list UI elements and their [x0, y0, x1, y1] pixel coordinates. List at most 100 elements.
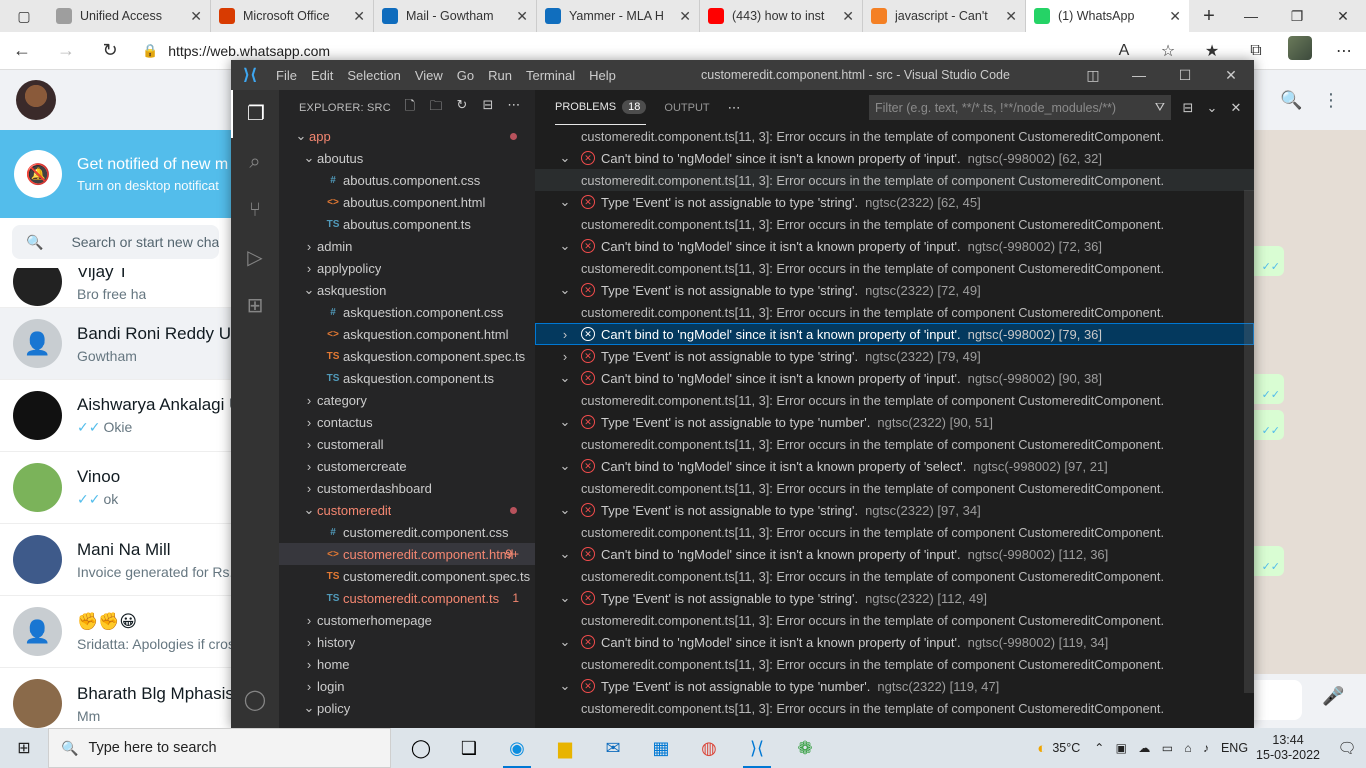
- problem-item[interactable]: ⌄ ✕ Type 'Event' is not assignable to type…: [535, 499, 1254, 521]
- chevron-down-icon[interactable]: ⌄: [555, 678, 575, 694]
- microphone-icon[interactable]: 🎤: [1322, 686, 1344, 707]
- extensions-icon[interactable]: ⊞: [231, 282, 279, 330]
- chevron-down-icon[interactable]: ⌄: [555, 546, 575, 562]
- close-tab-icon[interactable]: ✕: [1005, 8, 1017, 25]
- browser-tab[interactable]: javascript - Can't ✕: [863, 0, 1026, 32]
- problem-related-info[interactable]: customeredit.component.ts[11, 3]: Error …: [535, 565, 1254, 587]
- restore-icon[interactable]: ❐: [1274, 0, 1320, 32]
- collections-icon[interactable]: ⧉: [1234, 42, 1278, 60]
- minimize-icon[interactable]: —: [1228, 0, 1274, 32]
- problem-related-info[interactable]: customeredit.component.ts[11, 3]: Error …: [535, 389, 1254, 411]
- chevron-right-icon[interactable]: ›: [555, 349, 575, 364]
- tab-output[interactable]: OUTPUT: [664, 90, 709, 125]
- problem-related-info[interactable]: customeredit.component.ts[11, 3]: Error …: [535, 125, 1254, 147]
- browser-tab[interactable]: Yammer - MLA H ✕: [537, 0, 700, 32]
- maximize-icon[interactable]: ☐: [1162, 60, 1208, 90]
- problem-item[interactable]: ⌄ ✕ Can't bind to 'ngModel' since it isn't…: [535, 543, 1254, 565]
- tree-folder[interactable]: ⌄ aboutus: [279, 147, 535, 169]
- favorite-add-icon[interactable]: ☆: [1146, 41, 1190, 61]
- tree-file[interactable]: <> customeredit.component.html 9+: [279, 543, 535, 565]
- notifications-icon[interactable]: 🗨: [1328, 739, 1366, 757]
- problem-related-info[interactable]: customeredit.component.ts[11, 3]: Error …: [535, 257, 1254, 279]
- cortana-icon[interactable]: ◯: [397, 728, 445, 768]
- problem-related-info[interactable]: customeredit.component.ts[11, 3]: Error …: [535, 301, 1254, 323]
- tab-actions-icon[interactable]: ▢: [0, 0, 48, 32]
- problem-item[interactable]: ⌄ ✕ Can't bind to 'ngModel' since it isn't…: [535, 235, 1254, 257]
- close-icon[interactable]: ✕: [1320, 0, 1366, 32]
- account-icon[interactable]: ◯: [231, 676, 279, 724]
- task-view-icon[interactable]: ❑: [445, 728, 493, 768]
- tree-folder[interactable]: ⌄ customeredit: [279, 499, 535, 521]
- browser-tab[interactable]: Mail - Gowtham ✕: [374, 0, 537, 32]
- problem-related-info[interactable]: customeredit.component.ts[11, 3]: Error …: [535, 521, 1254, 543]
- problem-related-info[interactable]: customeredit.component.ts[11, 3]: Error …: [535, 609, 1254, 631]
- taskbar-search-input[interactable]: 🔍 Type here to search: [48, 728, 391, 768]
- refresh-icon[interactable]: ↻: [449, 97, 475, 119]
- browser-tab[interactable]: (1) WhatsApp ✕: [1026, 0, 1189, 32]
- minimize-icon[interactable]: —: [1116, 60, 1162, 90]
- favorites-icon[interactable]: ★: [1190, 41, 1234, 61]
- menu-icon[interactable]: ⋮: [1322, 90, 1340, 111]
- problem-related-info[interactable]: customeredit.component.ts[11, 3]: Error …: [535, 169, 1254, 191]
- vscode-icon[interactable]: ⟩⟨: [733, 728, 781, 768]
- chat-list-item[interactable]: Vinoo ✓✓ ok: [0, 452, 231, 524]
- collapse-all-icon[interactable]: ⊟: [1176, 100, 1200, 116]
- tree-folder[interactable]: ⌄ policy: [279, 697, 535, 719]
- chevron-down-icon[interactable]: ⌄: [555, 458, 575, 474]
- chevron-down-icon[interactable]: ⌄: [555, 502, 575, 518]
- tree-file[interactable]: TS askquestion.component.ts: [279, 367, 535, 389]
- filter-icon[interactable]: ⛛: [1155, 100, 1165, 115]
- message-input[interactable]: [1254, 680, 1302, 720]
- problems-filter-input[interactable]: Filter (e.g. text, **/*.ts, !**/node_mod…: [869, 95, 1171, 120]
- problem-related-info[interactable]: customeredit.component.ts[11, 3]: Error …: [535, 477, 1254, 499]
- panel-more-icon[interactable]: ⋯: [728, 100, 741, 116]
- menu-item-run[interactable]: Run: [481, 68, 519, 83]
- problem-item[interactable]: › ✕ Type 'Event' is not assignable to type…: [535, 345, 1254, 367]
- notification-banner[interactable]: 🔕 Get notified of new m Turn on desktop …: [0, 130, 231, 218]
- tree-file[interactable]: <> askquestion.component.html: [279, 323, 535, 345]
- profile-button[interactable]: [1278, 36, 1322, 65]
- chevron-down-icon[interactable]: ⌄: [555, 370, 575, 386]
- tree-folder[interactable]: ⌄ app: [279, 125, 535, 147]
- close-tab-icon[interactable]: ✕: [679, 8, 691, 25]
- menu-item-help[interactable]: Help: [582, 68, 623, 83]
- new-file-icon[interactable]: 🗋: [397, 97, 423, 119]
- problem-item[interactable]: ⌄ ✕ Type 'Event' is not assignable to type…: [535, 675, 1254, 697]
- tree-folder[interactable]: › customerall: [279, 433, 535, 455]
- close-panel-icon[interactable]: ✕: [1224, 100, 1248, 116]
- problem-related-info[interactable]: customeredit.component.ts[11, 3]: Error …: [535, 213, 1254, 235]
- store-icon[interactable]: ▦: [637, 728, 685, 768]
- chevron-down-icon[interactable]: ⌄: [555, 282, 575, 298]
- chevron-down-icon[interactable]: ⌄: [1200, 100, 1224, 116]
- avatar[interactable]: [16, 80, 56, 120]
- problem-item[interactable]: ⌄ ✕ Can't bind to 'ngModel' since it isn't…: [535, 631, 1254, 653]
- tree-folder[interactable]: › contactus: [279, 411, 535, 433]
- menu-item-go[interactable]: Go: [450, 68, 481, 83]
- back-button[interactable]: ←: [0, 40, 44, 61]
- menu-item-file[interactable]: File: [269, 68, 304, 83]
- problem-item[interactable]: ⌄ ✕ Type 'Event' is not assignable to type…: [535, 587, 1254, 609]
- tree-file[interactable]: TS customeredit.component.spec.ts: [279, 565, 535, 587]
- close-icon[interactable]: ✕: [1208, 60, 1254, 90]
- menu-item-edit[interactable]: Edit: [304, 68, 340, 83]
- menu-item-view[interactable]: View: [408, 68, 450, 83]
- tree-file[interactable]: # customeredit.component.css: [279, 521, 535, 543]
- chevron-down-icon[interactable]: ⌄: [555, 634, 575, 650]
- chevron-down-icon[interactable]: ⌄: [555, 194, 575, 210]
- close-tab-icon[interactable]: ✕: [1169, 8, 1181, 25]
- close-tab-icon[interactable]: ✕: [190, 8, 202, 25]
- tree-file[interactable]: TS aboutus.component.ts: [279, 213, 535, 235]
- problem-item[interactable]: ⌄ ✕ Can't bind to 'ngModel' since it isn't…: [535, 455, 1254, 477]
- tree-file[interactable]: TS askquestion.component.spec.ts: [279, 345, 535, 367]
- tab-problems[interactable]: PROBLEMS 18: [555, 90, 647, 125]
- system-tray-icons[interactable]: ⌃ ▣ ☁ ▭ ⌂ ♪: [1094, 741, 1213, 755]
- chevron-down-icon[interactable]: ⌄: [555, 150, 575, 166]
- close-tab-icon[interactable]: ✕: [842, 8, 854, 25]
- problem-item[interactable]: ⌄ ✕ Type 'Event' is not assignable to type…: [535, 411, 1254, 433]
- read-aloud-icon[interactable]: A: [1102, 42, 1146, 60]
- browser-tab[interactable]: (443) how to inst ✕: [700, 0, 863, 32]
- app-icon[interactable]: ❁: [781, 728, 829, 768]
- chat-list-item[interactable]: Bharath Blg Mphasis Mm: [0, 668, 231, 728]
- browser-tab[interactable]: Unified Access ✕: [48, 0, 211, 32]
- problem-item[interactable]: ⌄ ✕ Type 'Event' is not assignable to type…: [535, 191, 1254, 213]
